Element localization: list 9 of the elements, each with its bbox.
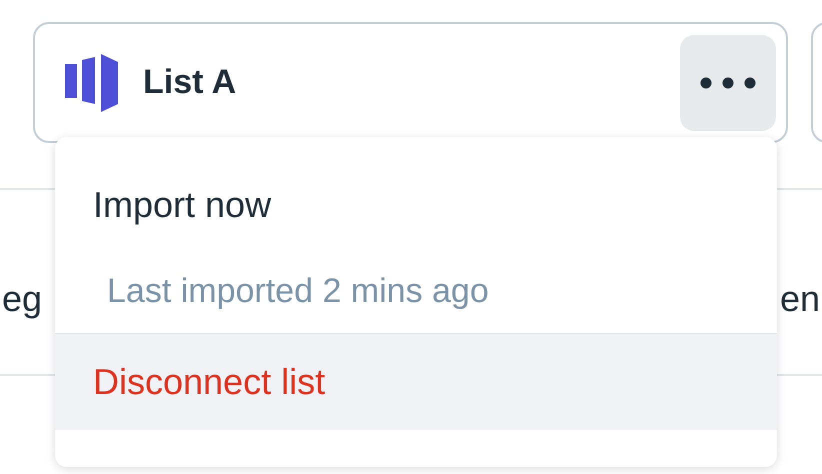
list-title: List A bbox=[143, 62, 236, 103]
table-cell-text: en bbox=[780, 277, 820, 321]
last-imported-note: Last imported 2 mins ago bbox=[55, 249, 777, 334]
bars-icon bbox=[65, 54, 119, 112]
table-cell-text: eg bbox=[2, 277, 42, 321]
more-icon bbox=[700, 76, 756, 88]
menu-item[interactable]: Disconnect list bbox=[55, 334, 777, 430]
more-button[interactable] bbox=[680, 34, 776, 130]
menu-item[interactable]: Import now bbox=[55, 137, 777, 249]
